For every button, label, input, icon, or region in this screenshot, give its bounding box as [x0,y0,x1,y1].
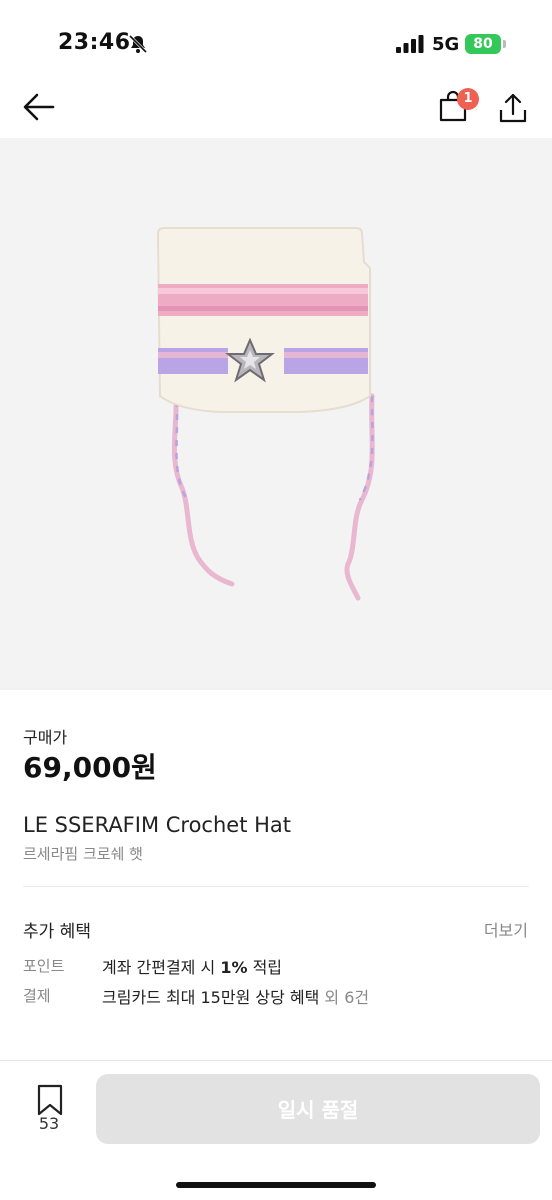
benefit-row-label: 결제 [23,987,51,1005]
status-time: 23:46 [58,30,131,55]
home-indicator [176,1182,376,1188]
battery-tip [503,40,506,48]
benefits-more-link[interactable]: 더보기 [484,917,528,941]
product-image[interactable] [0,138,552,690]
battery-icon: 80 [465,34,501,54]
benefit-row-text: 계좌 간편결제 시 1% 적립 [102,954,282,978]
benefit-row-text: 크림카드 최대 15만원 상당 혜택 외 6건 [102,984,369,1008]
arrow-left-icon[interactable] [22,92,56,122]
benefit-text: 크림카드 최대 15만원 상당 혜택 [102,988,320,1007]
status-bar: 23:46 5G 80 [0,0,552,80]
product-title: LE SSERAFIM Crochet Hat [23,813,292,837]
battery-level: 80 [473,36,493,52]
benefit-text: 계좌 간편결제 시 [102,958,221,977]
benefits-title: 추가 혜택 [23,922,91,942]
price-label: 구매가 [23,728,68,747]
crochet-hat-illustration [156,227,375,601]
benefit-highlight: 1% [220,958,248,977]
product-subtitle: 르세라핌 크로쉐 햇 [23,845,143,863]
network-type: 5G [432,34,460,55]
benefit-text-suffix: 적립 [247,958,283,977]
cart-count-badge: 1 [457,88,479,110]
divider [23,886,529,887]
benefit-extra: 외 6건 [319,988,370,1007]
bookmark-icon[interactable] [36,1084,64,1116]
bell-slash-icon [128,34,148,54]
share-icon[interactable] [498,92,528,124]
benefit-row-label: 포인트 [23,957,65,975]
sold-out-button[interactable]: 일시 품절 [96,1074,540,1144]
bookmark-count: 53 [38,1114,60,1133]
signal-icon [396,35,424,53]
bottom-bar-divider [0,1060,552,1061]
top-nav: 1 [0,80,552,136]
product-price: 69,000원 [23,751,157,784]
